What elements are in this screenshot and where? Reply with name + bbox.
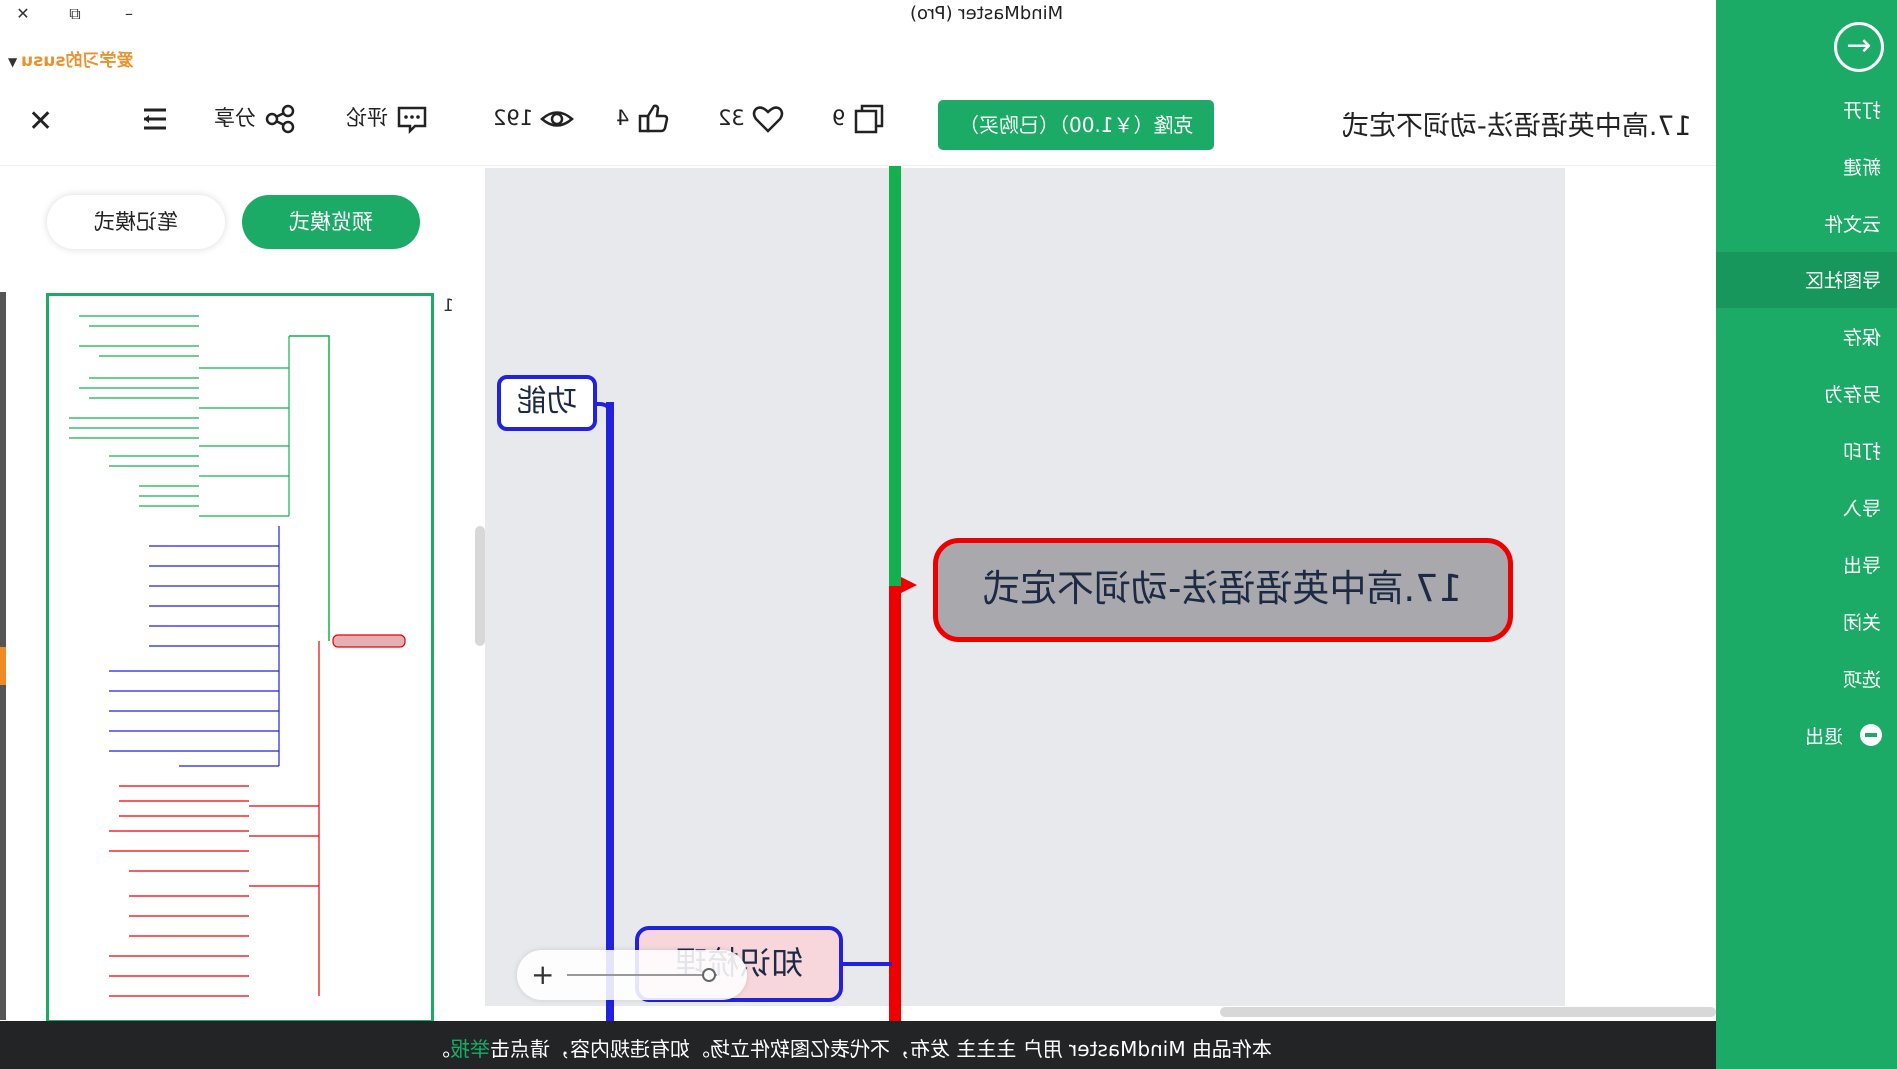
page-number: 1 [443, 296, 454, 316]
footer-notice-text: 本作品由 MindMaster 用户 主主主 发布，不代表亿图软件立场。如有违规… [490, 1037, 1272, 1061]
vertical-scrollbar[interactable] [475, 526, 485, 646]
thumbs-up-count: 4 [616, 106, 630, 130]
views-stat: 192 [493, 102, 574, 136]
copy-icon [854, 104, 884, 134]
menu-item-save[interactable]: 保存 [1716, 309, 1897, 365]
menu-item-cloud-files[interactable]: 云文件 [1716, 196, 1897, 252]
zoom-slider-knob[interactable] [702, 968, 716, 982]
menu-item-import[interactable]: 导入 [1716, 480, 1897, 536]
copies-stat: 9 [832, 102, 886, 136]
comment-icon [397, 106, 426, 135]
mindmap-thumbnail[interactable] [46, 293, 434, 1023]
thumbnail-map [69, 315, 406, 997]
footer-notice: 本作品由 MindMaster 用户 主主主 发布，不代表亿图软件立场。如有违规… [430, 1037, 1272, 1061]
topic-function[interactable]: 功能 [497, 375, 597, 431]
user-menu[interactable]: ▼ 爱学习的susu [8, 46, 134, 71]
branch-connector-tip [901, 577, 917, 593]
minimize-icon[interactable]: – [116, 2, 142, 26]
menu-item-print[interactable]: 打印 [1716, 423, 1897, 479]
report-link[interactable]: 举报 [450, 1037, 490, 1061]
branch-line-red [889, 586, 901, 1021]
menu-item-new[interactable]: 新建 [1716, 139, 1897, 195]
share-label: 分享 [214, 106, 256, 130]
clone-button[interactable]: 克隆（￥1.00）（已购买） [938, 100, 1214, 150]
eye-icon [539, 111, 574, 127]
branch-line-green [889, 166, 901, 586]
menu-item-exit[interactable]: 退出 [1716, 708, 1897, 764]
title-bar: ✕ ⧉ – MindMaster (Pro) [0, 0, 1716, 30]
zoom-slider[interactable] [567, 974, 717, 976]
exit-icon [1860, 724, 1882, 746]
close-icon[interactable]: ✕ [28, 104, 53, 139]
back-arrow-icon[interactable]: → [1834, 22, 1884, 72]
branch-line-blue [606, 402, 614, 1021]
share-icon [265, 104, 294, 134]
preview-mode-button[interactable]: 预览模式 [242, 195, 420, 249]
toolbar: ✕ 分享 评论 192 4 32 9 克隆（￥1.00）（已购买） 17.高中英… [0, 80, 1716, 166]
comment-label: 评论 [346, 106, 388, 130]
outline-menu-icon[interactable] [138, 102, 172, 136]
app-title: MindMaster (Pro) [910, 3, 1064, 24]
copies-count: 9 [832, 106, 846, 130]
branch-connector [840, 962, 892, 966]
comment-button[interactable]: 评论 [346, 102, 429, 136]
restore-icon[interactable]: ⧉ [62, 2, 88, 26]
side-handle-marker[interactable] [0, 647, 6, 685]
menu-item-open[interactable]: 打开 [1716, 82, 1897, 138]
heart-icon [753, 106, 784, 133]
horizontal-scrollbar[interactable] [1220, 1007, 1716, 1017]
menu-item-save-as[interactable]: 另存为 [1716, 366, 1897, 422]
footer-notice-bar: 本作品由 MindMaster 用户 主主主 发布，不代表亿图软件立场。如有违规… [0, 1021, 1716, 1069]
thumbs-up-icon [638, 104, 669, 133]
username: 爱学习的susu [21, 51, 134, 71]
share-button[interactable]: 分享 [214, 102, 297, 136]
zoom-in-icon[interactable]: + [531, 958, 554, 991]
favorite-count: 32 [718, 106, 745, 130]
menu-item-community[interactable]: 导图社区 [1716, 252, 1897, 308]
favorite-button[interactable]: 32 [718, 102, 785, 136]
mindmap-canvas[interactable]: 17.高中英语语法-动词不定式 功能 知识梳理 + [475, 166, 1716, 1021]
note-mode-button[interactable]: 笔记模式 [47, 195, 225, 249]
views-count: 192 [493, 106, 534, 130]
document-title: 17.高中英语语法-动词不定式 [1342, 111, 1692, 142]
chevron-down-icon: ▼ [8, 55, 18, 69]
thumbs-up-button[interactable]: 4 [616, 102, 670, 136]
file-menu: → 打开 新建 云文件 导图社区 保存 另存为 打印 导入 导出 关闭 选项 退… [1716, 0, 1897, 1069]
zoom-control[interactable]: + [517, 950, 747, 1000]
menu-item-close[interactable]: 关闭 [1716, 594, 1897, 650]
menu-item-export[interactable]: 导出 [1716, 537, 1897, 593]
side-handle[interactable] [0, 292, 6, 1020]
central-topic[interactable]: 17.高中英语语法-动词不定式 [933, 538, 1513, 642]
menu-item-options[interactable]: 选项 [1716, 651, 1897, 707]
close-icon[interactable]: ✕ [10, 2, 36, 26]
